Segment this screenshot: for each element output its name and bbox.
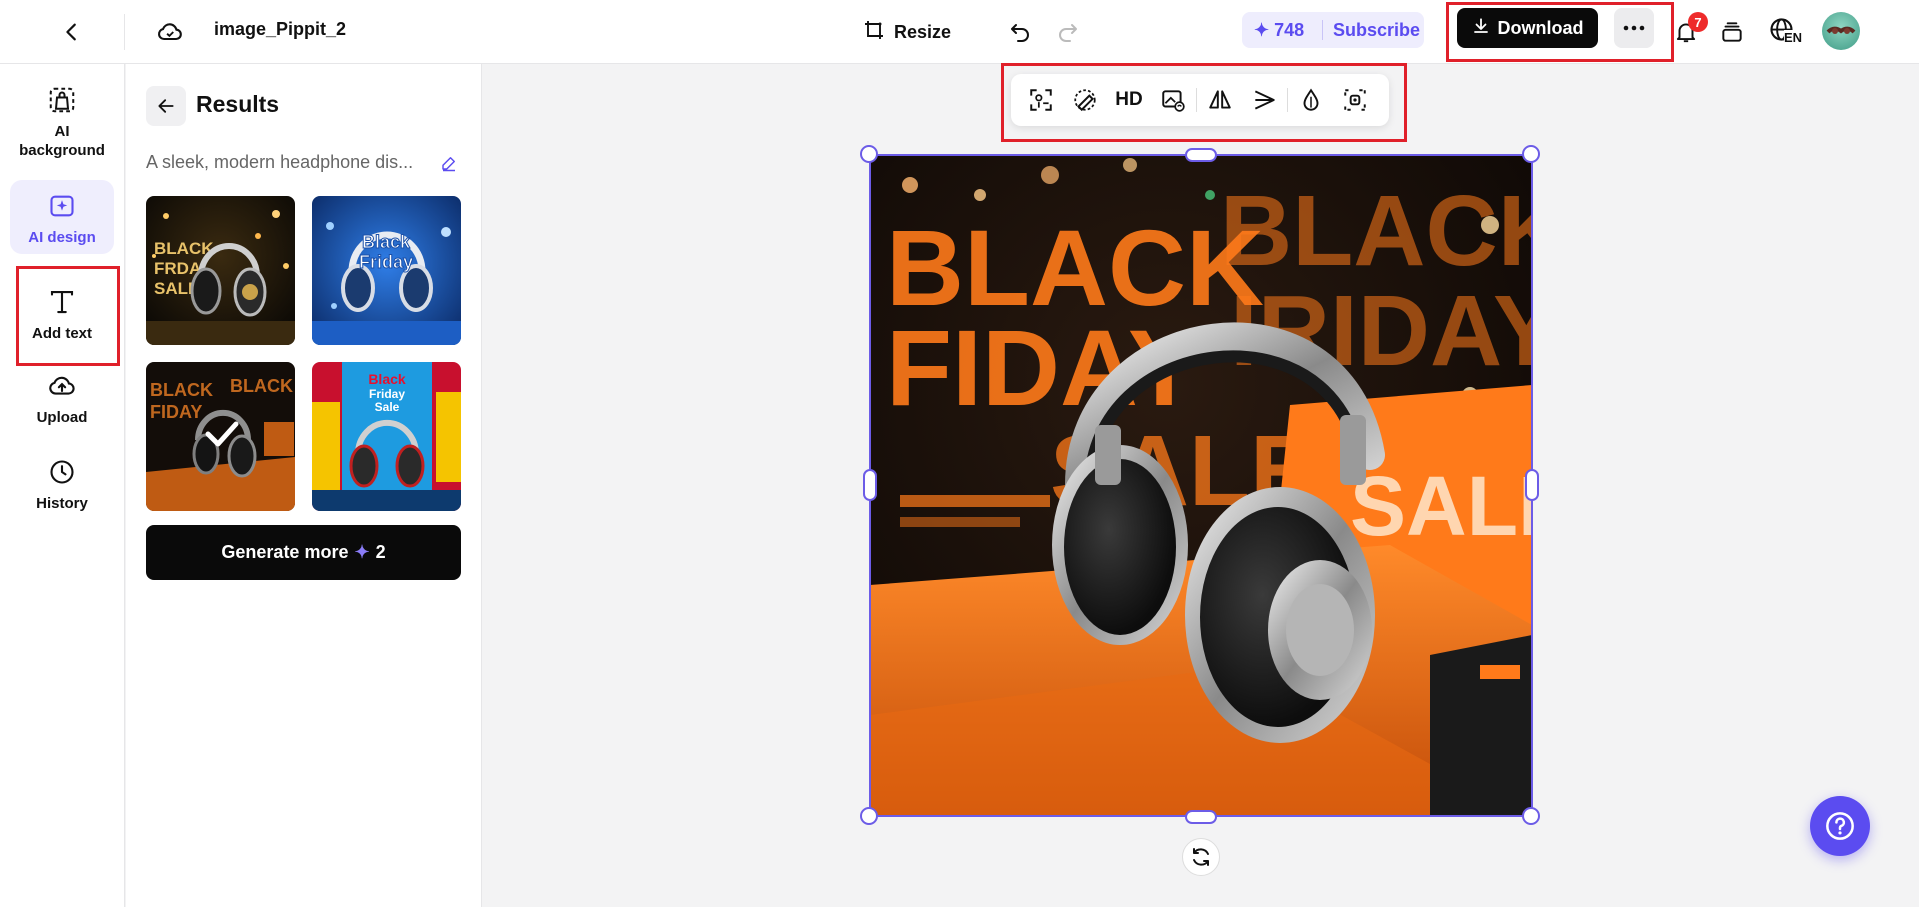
art-text-sign: SALE	[1350, 459, 1532, 553]
resize-handle-top[interactable]	[1185, 148, 1217, 162]
resize-handle-top-right[interactable]	[1522, 145, 1540, 163]
help-icon[interactable]	[1810, 796, 1870, 856]
result-thumbnail-selected[interactable]: BLACK FIDAY BLACK	[146, 362, 295, 511]
prompt-text: A sleek, modern headphone dis...	[146, 152, 414, 172]
top-bar: image_Pippit_20 Resize ✦ 748 Subscribe D…	[0, 0, 1919, 64]
edit-pencil-icon[interactable]	[434, 148, 464, 178]
svg-text:Sale: Sale	[375, 400, 400, 414]
resize-handle-right[interactable]	[1525, 469, 1539, 501]
highlight-box	[1001, 63, 1407, 142]
resize-handle-bottom-right[interactable]	[1522, 807, 1540, 825]
file-name[interactable]: image_Pippit_20	[214, 19, 346, 43]
clock-icon	[46, 456, 78, 488]
credits-count: ✦ 748	[1254, 19, 1305, 40]
credits-box: ✦ 748 Subscribe	[1242, 12, 1424, 48]
svg-text:Black: Black	[362, 232, 411, 252]
notification-badge: 7	[1688, 12, 1708, 32]
redo-icon[interactable]	[1048, 12, 1088, 52]
canvas-image[interactable]: BLACK FIDAY SALE BLACK IRIDAY SALE	[870, 155, 1532, 816]
rail-item-ai-background[interactable]: AI background	[10, 84, 114, 164]
svg-text:FRDA: FRDA	[154, 259, 201, 278]
resize-handle-top-left[interactable]	[860, 145, 878, 163]
rail-item-upload[interactable]: Upload	[10, 370, 114, 440]
result-thumbnail[interactable]: BLACK FRDA SALE	[146, 196, 295, 345]
highlight-box	[16, 266, 120, 366]
resize-handle-left[interactable]	[863, 469, 877, 501]
rotate-icon[interactable]	[1182, 838, 1220, 876]
results-panel: Results A sleek, modern headphone dis...…	[126, 64, 482, 907]
divider	[124, 14, 125, 50]
left-rail: AI background AI design Add text Upload …	[0, 64, 125, 907]
undo-icon[interactable]	[1000, 12, 1040, 52]
more-options-icon[interactable]	[1614, 8, 1654, 48]
art-text-black-right: BLACK	[1220, 175, 1532, 287]
rail-item-ai-design[interactable]: AI design	[10, 180, 114, 254]
sparkle-icon: ✦	[1254, 19, 1270, 40]
rail-item-history[interactable]: History	[10, 456, 114, 526]
sparkle-image-icon	[46, 190, 78, 222]
download-button[interactable]: Download	[1457, 8, 1598, 48]
resize-icon	[862, 18, 886, 47]
result-thumbnail[interactable]: Black Friday Sale	[312, 362, 461, 511]
cloud-upload-icon	[46, 370, 78, 402]
generate-more-button[interactable]: Generate more ✦ 2	[146, 525, 461, 580]
panel-title: Results	[196, 91, 280, 117]
bag-icon	[46, 84, 78, 116]
svg-text:Friday: Friday	[359, 252, 413, 272]
resize-handle-bottom-left[interactable]	[860, 807, 878, 825]
sparkle-icon: ✦	[354, 542, 370, 562]
resize-label: Resize	[894, 21, 952, 42]
panel-back-icon[interactable]	[146, 86, 186, 126]
svg-text:Friday: Friday	[369, 387, 405, 401]
result-thumbnail[interactable]: Black Friday	[312, 196, 461, 345]
back-icon[interactable]	[52, 12, 92, 52]
avatar[interactable]	[1822, 12, 1860, 50]
resize-button[interactable]: Resize	[862, 12, 951, 52]
language-label: EN	[1784, 30, 1803, 45]
cloud-save-icon[interactable]	[150, 12, 190, 52]
layers-icon[interactable]	[1712, 12, 1752, 52]
download-icon	[1472, 17, 1490, 40]
svg-text:Black: Black	[368, 371, 406, 387]
subscribe-link[interactable]: Subscribe	[1323, 20, 1420, 41]
resize-handle-bottom[interactable]	[1185, 810, 1217, 824]
